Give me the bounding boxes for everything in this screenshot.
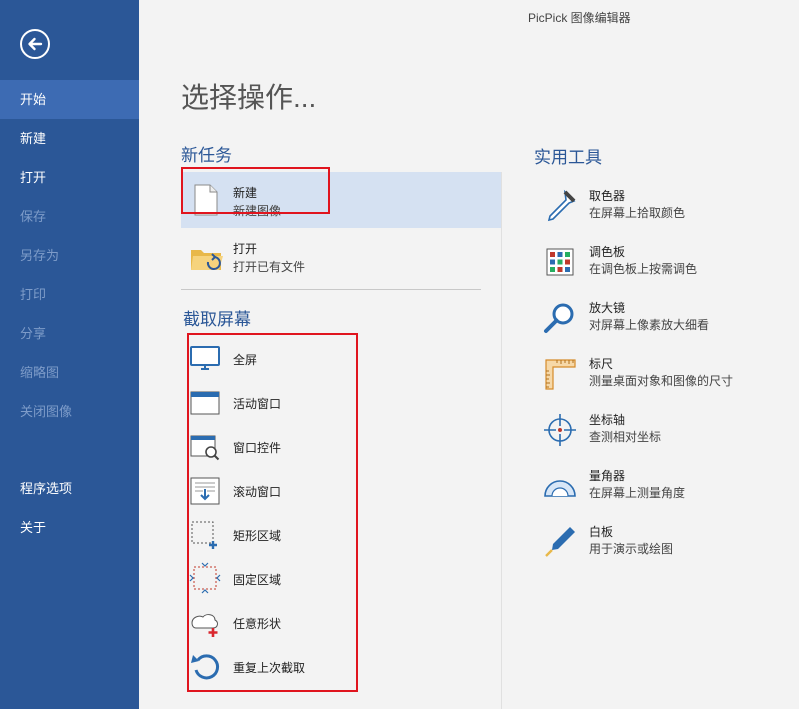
sidebar-item-save: 保存 [20, 209, 47, 224]
crosshair-icon [543, 413, 577, 447]
capture-fullscreen-button[interactable]: 全屏 [189, 340, 354, 376]
palette-label: 调色板 [589, 245, 626, 259]
ruler-desc: 测量桌面对象和图像的尺寸 [589, 374, 734, 388]
eyedropper-icon [543, 189, 577, 223]
folder-icon [189, 238, 223, 274]
color-picker-desc: 在屏幕上拾取颜色 [589, 206, 686, 220]
sidebar-item-print: 打印 [20, 287, 47, 302]
sidebar: 开始 新建 打开 保存 另存为 打印 分享 缩略图 关闭图像 程序选项 关于 [0, 0, 139, 709]
open-file-desc: 打开已有文件 [233, 260, 306, 274]
ruler-label: 标尺 [589, 357, 614, 371]
capture-fixed-region-label: 固定区域 [233, 573, 282, 587]
sidebar-item-options[interactable]: 程序选项 [0, 469, 139, 508]
whiteboard-label: 白板 [589, 525, 614, 539]
crosshair-tool[interactable]: 坐标轴 查测相对坐标 [543, 409, 783, 451]
capture-fullscreen-label: 全屏 [233, 353, 258, 367]
magnifier-tool[interactable]: 放大镜 对屏幕上像素放大细看 [543, 297, 783, 339]
window-title: PicPick 图像编辑器 [528, 11, 631, 25]
sidebar-item-new[interactable]: 新建 [0, 119, 139, 158]
protractor-tool[interactable]: 量角器 在屏幕上测量角度 [543, 465, 783, 507]
monitor-icon [189, 342, 221, 374]
magnifier-icon [543, 301, 577, 335]
palette-tool[interactable]: 调色板 在调色板上按需调色 [543, 241, 783, 283]
new-document-icon [189, 182, 223, 218]
scroll-window-icon [189, 474, 221, 506]
palette-desc: 在调色板上按需调色 [589, 262, 698, 276]
capture-active-window-button[interactable]: 活动窗口 [189, 384, 354, 420]
back-arrow-icon[interactable] [20, 29, 50, 59]
tools-heading: 实用工具 [534, 148, 602, 167]
open-file-label: 打开 [233, 242, 258, 256]
capture-window-control-label: 窗口控件 [233, 441, 282, 455]
new-tasks-heading: 新任务 [181, 146, 232, 165]
capture-window-control-button[interactable]: 窗口控件 [189, 428, 354, 464]
capture-fixed-region-button[interactable]: 固定区域 [189, 560, 354, 596]
repeat-icon [189, 650, 221, 682]
window-search-icon [189, 430, 221, 462]
ruler-icon [543, 357, 577, 391]
protractor-icon [543, 469, 577, 503]
capture-repeat-last-button[interactable]: 重复上次截取 [189, 648, 354, 684]
capture-rectangle-button[interactable]: 矩形区域 [189, 516, 354, 552]
capture-repeat-last-label: 重复上次截取 [233, 661, 306, 675]
color-picker-tool[interactable]: 取色器 在屏幕上拾取颜色 [543, 185, 783, 227]
whiteboard-tool[interactable]: 白板 用于演示或绘图 [543, 521, 783, 563]
magnifier-desc: 对屏幕上像素放大细看 [589, 318, 710, 332]
ruler-tool[interactable]: 标尺 测量桌面对象和图像的尺寸 [543, 353, 783, 395]
capture-rectangle-label: 矩形区域 [233, 529, 282, 543]
magnifier-label: 放大镜 [589, 301, 626, 315]
color-picker-label: 取色器 [589, 189, 626, 203]
window-icon [189, 386, 221, 418]
page-title: 选择操作... [181, 82, 317, 113]
crosshair-desc: 查测相对坐标 [589, 430, 662, 444]
protractor-label: 量角器 [589, 469, 626, 483]
capture-heading: 截取屏幕 [183, 310, 251, 329]
protractor-desc: 在屏幕上测量角度 [589, 486, 686, 500]
sidebar-bottom-nav: 程序选项 关于 [0, 469, 139, 547]
capture-scrolling-window-label: 滚动窗口 [233, 485, 282, 499]
sidebar-item-about[interactable]: 关于 [0, 508, 139, 547]
fixed-region-icon [189, 562, 221, 594]
sidebar-item-open[interactable]: 打开 [0, 158, 139, 197]
new-image-label: 新建 [233, 186, 258, 200]
rectangle-select-icon [189, 518, 221, 550]
capture-scrolling-window-button[interactable]: 滚动窗口 [189, 472, 354, 508]
crosshair-label: 坐标轴 [589, 413, 626, 427]
new-image-desc: 新建图像 [233, 204, 282, 218]
new-image-button[interactable]: 新建 新建图像 [181, 172, 501, 228]
open-file-button[interactable]: 打开 打开已有文件 [181, 228, 501, 284]
capture-active-window-label: 活动窗口 [233, 397, 282, 411]
column-divider [501, 172, 502, 709]
pen-icon [543, 525, 577, 559]
palette-grid-icon [543, 245, 577, 279]
section-divider [181, 289, 481, 290]
sidebar-nav: 开始 新建 打开 保存 另存为 打印 分享 缩略图 关闭图像 [0, 80, 139, 431]
sidebar-item-thumbnails: 缩略图 [20, 365, 60, 380]
sidebar-item-save-as: 另存为 [20, 248, 60, 263]
capture-freehand-label: 任意形状 [233, 617, 282, 631]
whiteboard-desc: 用于演示或绘图 [589, 542, 674, 556]
sidebar-item-close-image: 关闭图像 [20, 404, 73, 419]
sidebar-item-share: 分享 [20, 326, 47, 341]
sidebar-item-start[interactable]: 开始 [0, 80, 139, 119]
freehand-shape-icon [189, 606, 221, 638]
capture-freehand-button[interactable]: 任意形状 [189, 604, 354, 640]
